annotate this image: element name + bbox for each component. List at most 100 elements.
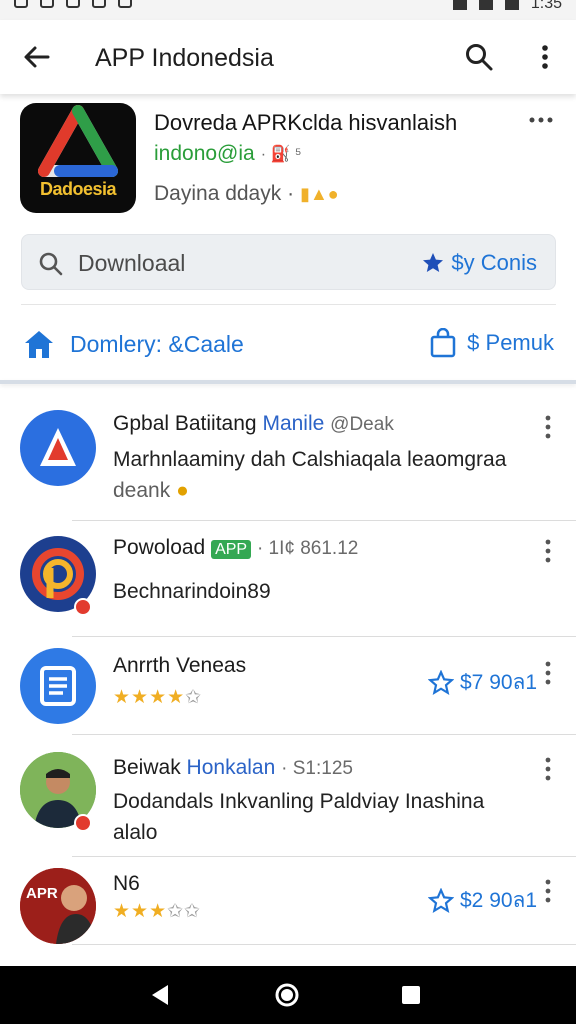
more-vert-icon[interactable] <box>538 414 558 440</box>
signal-icon <box>478 0 493 10</box>
badge-icon <box>74 814 92 832</box>
tab-bar: Domlery: &Caale $ Pemuk <box>0 318 576 380</box>
battery-icon <box>504 0 519 10</box>
app-logo[interactable]: Dadoesia <box>20 103 136 213</box>
list-item[interactable]: Powoload APP · 1I¢ 861.12 Bechnarindoin8… <box>0 520 576 636</box>
tab-home[interactable]: Domlery: &Caale <box>22 328 244 360</box>
app-badge: APP <box>211 540 252 559</box>
divider <box>21 304 556 305</box>
list-item[interactable]: Gpbal Batiitang Manile @Deak Marhnlaamin… <box>0 392 576 520</box>
list-item[interactable]: Beiwak Honkalan · S1:125 Dodandals Inkva… <box>0 734 576 856</box>
search-icon[interactable] <box>464 42 494 72</box>
home-circle-icon[interactable] <box>274 982 300 1008</box>
item-name-highlight: Manile <box>262 412 325 435</box>
badge-icon <box>74 598 92 616</box>
status-bar: 1:35 <box>0 0 576 20</box>
item-title: N6 <box>113 872 140 896</box>
home-icon <box>25 331 53 358</box>
rating-button[interactable]: $2 90ล1 <box>428 884 537 917</box>
item-name: Gpbal Batiitang <box>113 412 257 435</box>
item-desc-text: Marhnlaaminy dah Calshiaqala leaomgraa <box>113 448 507 471</box>
notification-icon <box>118 0 132 8</box>
search-input[interactable]: Downloaal $y Conis <box>21 234 556 290</box>
more-horiz-icon[interactable] <box>528 110 554 130</box>
hero-subtitle-extra: · ⛽ ⁵ <box>260 146 302 163</box>
star-icon <box>423 253 444 272</box>
more-vert-icon[interactable] <box>538 660 558 686</box>
status-time: 1:35 <box>530 0 562 12</box>
item-name: Powoload <box>113 536 206 559</box>
stars-filled: ★★★ <box>113 901 168 922</box>
more-vert-icon[interactable] <box>538 878 558 904</box>
notification-icon <box>92 0 106 8</box>
avatar <box>20 410 96 486</box>
rating-button[interactable]: $7 90ล1 <box>428 666 537 699</box>
star-rating: ★★★✩✩ <box>113 900 201 923</box>
search-placeholder: Downloaal <box>78 250 186 276</box>
item-meta: @Deak <box>330 414 394 435</box>
star-outline-icon <box>428 669 454 695</box>
item-description: Marhnlaaminy dah Calshiaqala leaomgraa d… <box>113 444 543 506</box>
emoji-icons: ▮▲● <box>300 183 339 204</box>
item-name: Anrrth Veneas <box>113 654 247 677</box>
item-desc-text: Bechnarindoin89 <box>113 580 271 603</box>
item-title: Anrrth Veneas <box>113 654 246 678</box>
item-title: Beiwak Honkalan · S1:125 <box>113 756 353 780</box>
app-logo-icon <box>38 105 118 177</box>
stars-empty: ✩✩ <box>167 901 201 922</box>
avatar: APR <box>20 868 96 944</box>
tab-indicator <box>0 380 576 384</box>
more-vert-icon[interactable] <box>530 42 560 72</box>
back-arrow-icon[interactable] <box>22 42 52 72</box>
list-item[interactable]: APR N6 ★★★✩✩ $2 90ล1 <box>0 856 576 948</box>
coins-button[interactable]: $y Conis <box>421 250 537 276</box>
hero-meta-text: Dayina ddayk · <box>154 182 295 205</box>
item-desc-tail: deank <box>113 479 171 502</box>
system-status: 1:35 <box>452 0 562 13</box>
bag-icon <box>430 328 456 358</box>
search-icon <box>39 252 63 276</box>
wifi-icon <box>452 0 467 10</box>
recents-square-icon[interactable] <box>398 982 424 1008</box>
avatar <box>20 648 96 724</box>
tab-bag[interactable]: $ Pemuk <box>429 328 554 358</box>
stars-empty: ✩ <box>185 687 203 708</box>
page-title: APP Indonedsia <box>95 44 274 72</box>
system-nav-bar <box>0 966 576 1024</box>
coins-label: $y Conis <box>451 250 537 275</box>
hero-meta: Dayina ddayk · ▮▲● <box>154 182 339 206</box>
item-title: Gpbal Batiitang Manile @Deak <box>113 412 394 436</box>
hero-title: Dovreda APRKclda hisvanlaish <box>154 110 458 135</box>
star-rating: ★★★★✩ <box>113 686 202 709</box>
rating-label: $2 90ล1 <box>460 889 538 912</box>
app-logo-brand: Dadoesia <box>39 179 117 199</box>
item-meta: · S1:125 <box>281 758 353 779</box>
apr-thumbnail: APR <box>20 868 96 944</box>
emoji-icon: ● <box>176 479 189 502</box>
svg-text:APR: APR <box>26 885 58 902</box>
hero-subtitle: indono@ia · ⛽ ⁵ <box>154 142 302 166</box>
more-vert-icon[interactable] <box>538 756 558 782</box>
notification-icons <box>14 0 132 8</box>
item-title: Powoload APP · 1I¢ 861.12 <box>113 536 358 560</box>
tab-bag-label: $ Pemuk <box>467 330 554 355</box>
back-triangle-icon[interactable] <box>148 982 174 1008</box>
document-icon <box>40 666 76 706</box>
divider <box>72 944 576 945</box>
item-description: Dodandals Inkvanling Paldviay Inashina a… <box>113 786 543 848</box>
hero-subtitle-text: indono@ia <box>154 142 255 165</box>
app-a-icon <box>40 428 76 466</box>
more-vert-icon[interactable] <box>538 538 558 564</box>
item-name: N6 <box>113 872 140 895</box>
notification-icon <box>40 0 54 8</box>
star-outline-icon <box>428 887 454 913</box>
rating-label: $7 90ล1 <box>460 671 538 694</box>
item-meta: · 1I¢ 861.12 <box>256 538 359 559</box>
app-bar: APP Indonedsia <box>0 20 576 94</box>
notification-icon <box>14 0 28 8</box>
notification-icon <box>66 0 80 8</box>
item-desc-text: Dodandals Inkvanling Paldviay Inashina <box>113 790 485 813</box>
item-name: Beiwak <box>113 756 181 779</box>
list-item[interactable]: Anrrth Veneas ★★★★✩ $7 90ล1 <box>0 636 576 734</box>
item-desc-tail: alalo <box>113 821 158 844</box>
